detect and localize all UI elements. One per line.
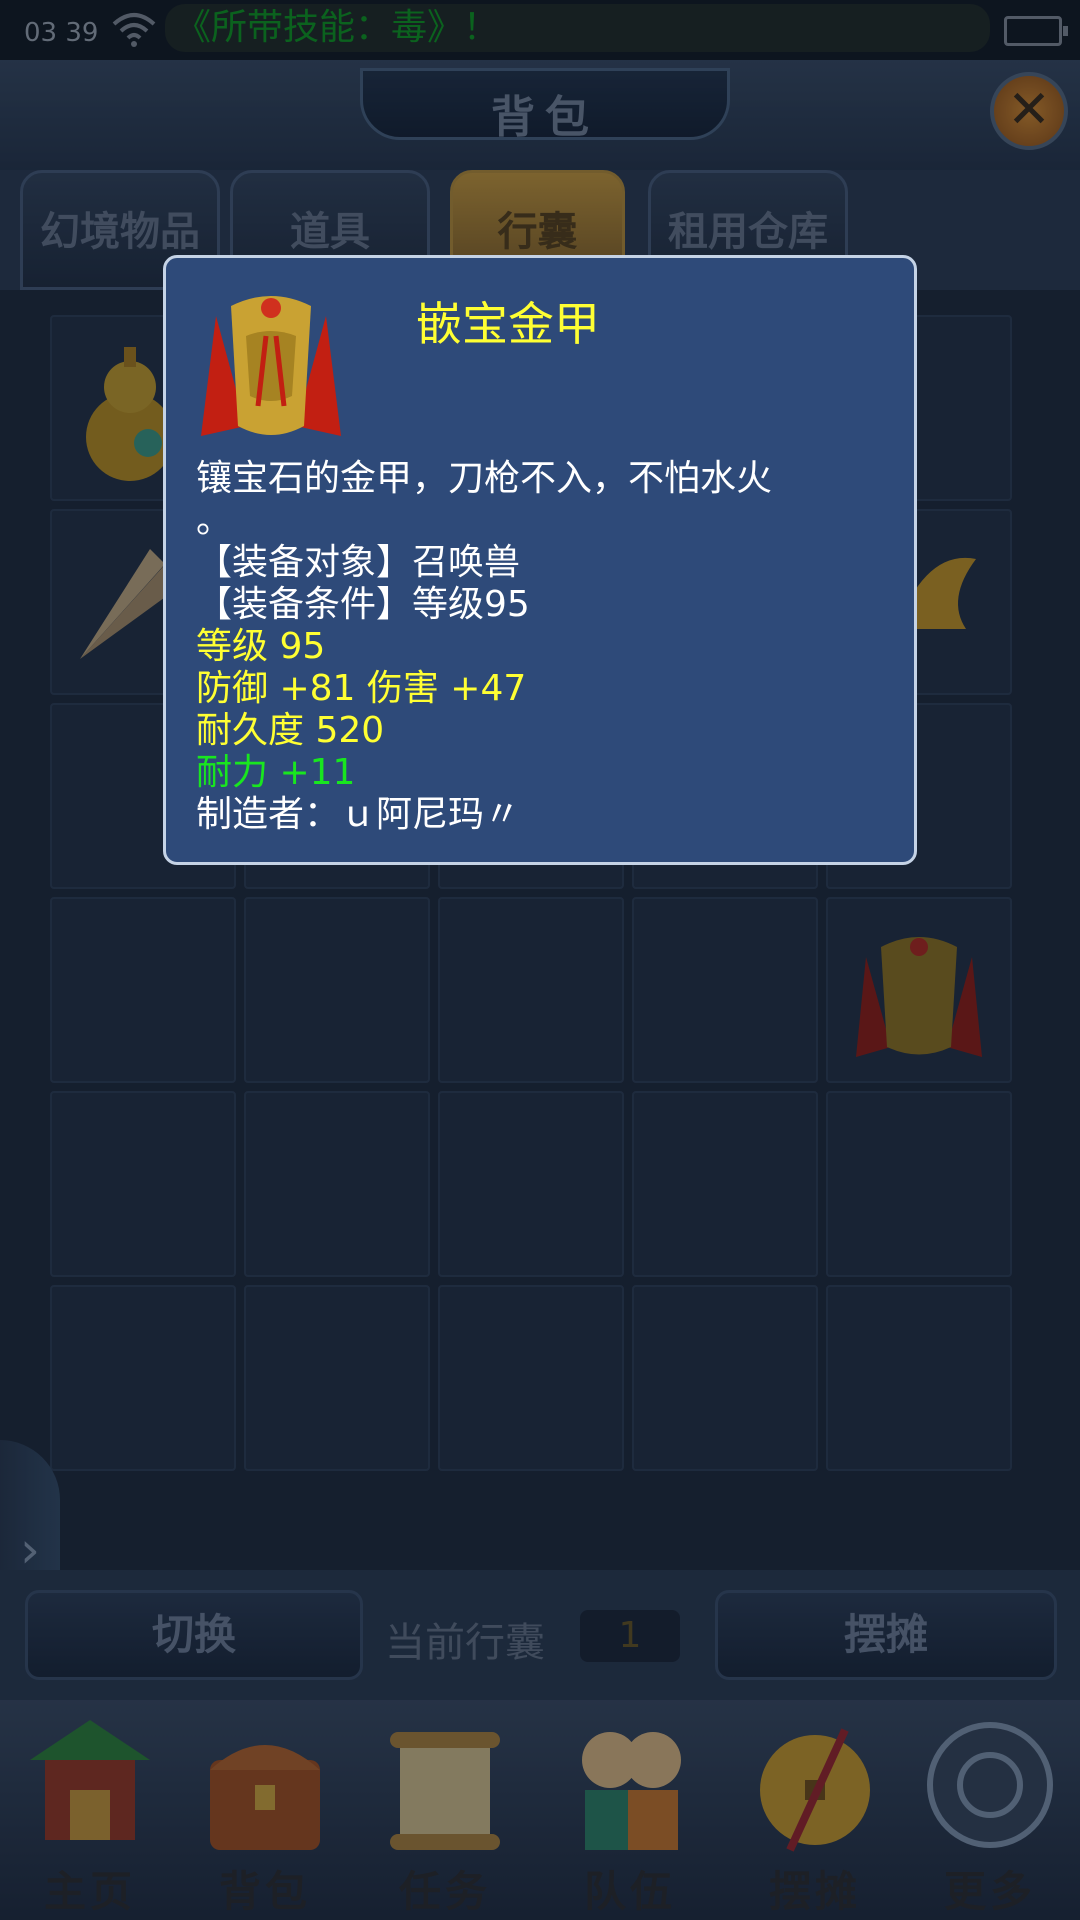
golden-armor-icon bbox=[201, 296, 341, 436]
equip-requirement: 【装备条件】等级95 bbox=[196, 584, 530, 625]
item-tooltip: 嵌宝金甲 镶宝石的金甲，刀枪不入，不怕水火 。 【装备对象】召唤兽 【装备条件】… bbox=[163, 255, 917, 865]
item-name: 嵌宝金甲 bbox=[416, 297, 600, 351]
item-description-cont: 。 bbox=[196, 500, 233, 541]
item-durability: 耐久度 520 bbox=[196, 710, 385, 751]
item-defense-damage: 防御 +81 伤害 +47 bbox=[196, 668, 527, 709]
equip-target: 【装备对象】召唤兽 bbox=[196, 542, 521, 583]
item-description: 镶宝石的金甲，刀枪不入，不怕水火 bbox=[196, 458, 773, 499]
item-stamina: 耐力 +11 bbox=[196, 752, 356, 793]
item-level: 等级 95 bbox=[196, 626, 326, 667]
item-maker: 制造者：ｕ阿尼玛〃 bbox=[196, 794, 521, 835]
item-details: 镶宝石的金甲，刀枪不入，不怕水火 。 【装备对象】召唤兽 【装备条件】等级95 … bbox=[196, 458, 896, 836]
